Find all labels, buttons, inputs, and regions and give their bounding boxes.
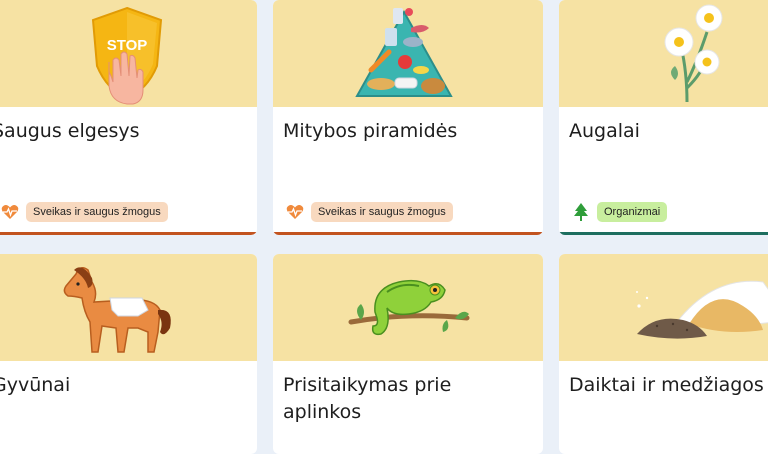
card-title: Gyvūnai xyxy=(0,374,71,396)
daisy-1 xyxy=(664,27,694,57)
card-saugus-elgesys[interactable]: STOP Saugus elgesys Sveikas ir saugus žm… xyxy=(0,0,257,235)
category-bar xyxy=(0,232,257,235)
category-tag[interactable]: Sveikas ir saugus žmogus xyxy=(311,202,453,222)
stop-shield-illustration: STOP xyxy=(91,6,163,105)
category-tag-row: Organizmai xyxy=(571,200,668,224)
daisy-2 xyxy=(695,4,723,32)
category-tag[interactable]: Sveikas ir saugus žmogus xyxy=(26,202,168,222)
stop-text: STOP xyxy=(107,37,148,54)
card-title: Daiktai ir medžiagos xyxy=(569,374,764,396)
card-title: Mitybos piramidės xyxy=(283,120,458,142)
food-pyramid-illustration xyxy=(355,8,453,97)
card-augalai[interactable]: Augalai Organizmai xyxy=(559,0,768,235)
horse-illustration xyxy=(63,267,171,353)
chameleon-illustration xyxy=(348,279,470,336)
card-title-line-1: Prisitaikymas prie xyxy=(283,374,452,396)
category-bar xyxy=(273,232,543,235)
heart-pulse-icon xyxy=(0,202,20,222)
card-prisitaikymas-prie-aplinkos[interactable]: Prisitaikymas prie aplinkos xyxy=(273,254,543,454)
card-title: Saugus elgesys xyxy=(0,120,140,142)
category-tag-row: Sveikas ir saugus žmogus xyxy=(285,200,453,224)
tree-icon xyxy=(571,202,591,222)
category-tag-row: Sveikas ir saugus žmogus xyxy=(0,200,168,224)
card-daiktai-ir-medziagos[interactable]: Daiktai ir medžiagos xyxy=(559,254,768,454)
card-gyvunai[interactable]: Gyvūnai xyxy=(0,254,257,454)
card-mitybos-piramides[interactable]: Mitybos piramidės Sveikas ir saugus žmog… xyxy=(273,0,543,235)
heart-pulse-icon xyxy=(285,202,305,222)
card-title-line-2: aplinkos xyxy=(283,401,362,423)
category-bar xyxy=(559,232,768,235)
material-piles-illustration xyxy=(636,280,768,339)
category-tag[interactable]: Organizmai xyxy=(597,202,668,222)
chamomile-flowers-illustration xyxy=(664,4,723,103)
daisy-3 xyxy=(694,49,720,75)
card-title: Augalai xyxy=(569,120,640,142)
